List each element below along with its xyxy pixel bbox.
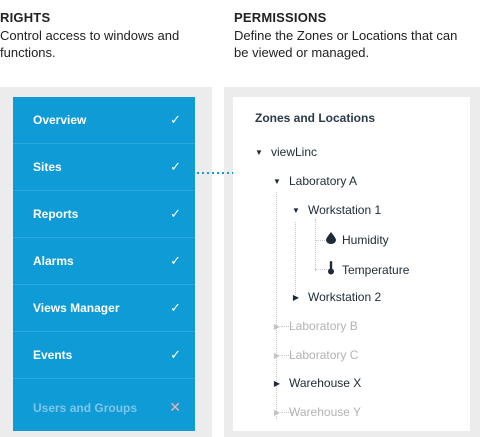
- rights-heading: RIGHTS: [0, 10, 51, 25]
- permissions-panel-title: Zones and Locations: [255, 111, 376, 125]
- right-item-label: Events: [33, 348, 73, 362]
- caret-right-icon[interactable]: ▶: [271, 408, 283, 417]
- tree-node-workstation-1[interactable]: ▼ Workstation 1: [290, 203, 381, 217]
- check-icon: ✓: [170, 300, 181, 315]
- tree-node-label: Warehouse Y: [289, 405, 362, 419]
- caret-right-icon[interactable]: ▶: [271, 322, 283, 331]
- check-icon: ✓: [170, 112, 181, 127]
- cross-icon: ✕: [169, 399, 181, 415]
- tree-guide-line: [315, 219, 316, 271]
- tree-node-laboratory-c[interactable]: ▶ Laboratory C: [271, 348, 358, 362]
- thermometer-icon: [324, 261, 338, 278]
- right-item-label: Alarms: [33, 254, 74, 268]
- caret-down-icon[interactable]: ▼: [290, 206, 302, 215]
- tree-node-humidity[interactable]: Humidity: [324, 232, 389, 247]
- tree-node-label: Laboratory A: [289, 174, 358, 188]
- right-item-label: Overview: [33, 113, 87, 127]
- caret-down-icon[interactable]: ▼: [253, 148, 265, 157]
- tree-node-label: Laboratory B: [289, 319, 358, 333]
- rights-header: RIGHTS Control access to windows and fun…: [0, 10, 210, 61]
- right-item-views-manager[interactable]: Views Manager ✓: [13, 285, 195, 332]
- tree-node-laboratory-a[interactable]: ▼ Laboratory A: [271, 174, 357, 188]
- permissions-description: Define the Zones or Locations that can b…: [234, 28, 458, 60]
- tree-guide-line: [295, 222, 296, 297]
- rights-description: Control access to windows and functions.: [0, 28, 180, 60]
- tree-node-viewlinc[interactable]: ▼ viewLinc: [253, 145, 317, 159]
- right-item-users-and-groups[interactable]: Users and Groups ✕: [13, 384, 195, 431]
- tree-node-temperature[interactable]: Temperature: [324, 261, 409, 278]
- caret-right-icon[interactable]: ▶: [271, 379, 283, 388]
- tree-node-label: Workstation 1: [308, 203, 382, 217]
- right-item-label: Reports: [33, 207, 79, 221]
- right-item-sites[interactable]: Sites ✓: [13, 144, 195, 191]
- right-item-overview[interactable]: Overview ✓: [13, 97, 195, 144]
- caret-right-icon[interactable]: ▶: [271, 351, 283, 360]
- tree-node-label: Workstation 2: [308, 290, 382, 304]
- right-item-label: Sites: [33, 160, 62, 174]
- caret-down-icon[interactable]: ▼: [271, 177, 283, 186]
- rights-list: Overview ✓ Sites ✓ Reports ✓ Alarms ✓ Vi…: [13, 97, 195, 431]
- right-item-alarms[interactable]: Alarms ✓: [13, 238, 195, 285]
- right-item-reports[interactable]: Reports ✓: [13, 191, 195, 238]
- tree-node-label: Warehouse X: [289, 376, 362, 390]
- right-item-label: Views Manager: [33, 301, 120, 315]
- right-item-label: Users and Groups: [33, 400, 138, 415]
- tree-node-label: Laboratory C: [289, 348, 359, 362]
- check-icon: ✓: [170, 206, 181, 221]
- tree-node-warehouse-x[interactable]: ▶ Warehouse X: [271, 376, 361, 390]
- permissions-tree-panel: Zones and Locations ▼ viewLinc ▼ Laborat…: [233, 97, 470, 431]
- tree-node-label: viewLinc: [271, 145, 318, 159]
- check-icon: ✓: [170, 159, 181, 174]
- tree-node-laboratory-b[interactable]: ▶ Laboratory B: [271, 319, 358, 333]
- tree-node-warehouse-y[interactable]: ▶ Warehouse Y: [271, 405, 361, 419]
- permissions-heading: PERMISSIONS: [234, 10, 327, 25]
- right-item-events[interactable]: Events ✓: [13, 332, 195, 379]
- caret-right-icon[interactable]: ▶: [290, 293, 302, 302]
- permissions-header: PERMISSIONS Define the Zones or Location…: [234, 10, 474, 61]
- tree-node-label: Temperature: [342, 262, 410, 277]
- check-icon: ✓: [170, 253, 181, 268]
- tree-node-workstation-2[interactable]: ▶ Workstation 2: [290, 290, 381, 304]
- tree-node-label: Humidity: [342, 232, 389, 247]
- check-icon: ✓: [170, 347, 181, 362]
- water-drop-icon: [324, 232, 338, 247]
